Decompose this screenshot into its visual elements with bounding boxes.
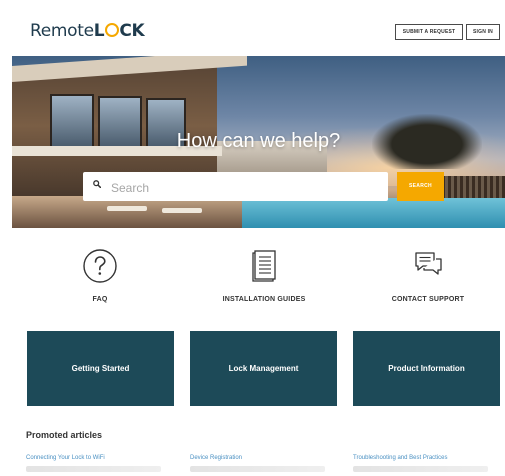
article-snippet-placeholder <box>353 466 488 472</box>
tile-getting-started[interactable]: Getting Started <box>27 331 174 406</box>
promoted-article-link[interactable]: Connecting Your Lock to WiFi <box>26 455 176 461</box>
remotelock-logo[interactable]: RemoteL CK <box>30 21 145 41</box>
sign-in-button[interactable]: SIGN IN <box>466 24 500 40</box>
category-contact-support[interactable]: CONTACT SUPPORT <box>353 248 503 303</box>
category-installation-guides-label: INSTALLATION GUIDES <box>222 296 306 303</box>
category-faq-label: FAQ <box>92 296 108 303</box>
article-snippet-placeholder <box>26 466 161 472</box>
tile-lock-management[interactable]: Lock Management <box>190 331 337 406</box>
promoted-article-link[interactable]: Troubleshooting and Best Practices <box>353 455 503 461</box>
promoted-article[interactable]: Device Registration <box>190 455 340 472</box>
chat-bubbles-icon <box>415 252 442 275</box>
category-contact-support-label: CONTACT SUPPORT <box>391 296 465 303</box>
category-faq[interactable]: FAQ <box>25 248 175 303</box>
hero-title: How can we help? <box>176 130 341 152</box>
question-circle-icon <box>83 249 117 283</box>
submit-request-button[interactable]: SUBMIT A REQUEST <box>395 24 463 40</box>
search-icon <box>93 180 101 188</box>
category-installation-guides[interactable]: INSTALLATION GUIDES <box>189 248 339 303</box>
tile-product-information[interactable]: Product Information <box>353 331 500 406</box>
search-input[interactable] <box>109 177 383 198</box>
promoted-article[interactable]: Connecting Your Lock to WiFi <box>26 455 176 472</box>
logo-text-l: L <box>93 21 105 41</box>
logo-text-ck: CK <box>119 21 145 41</box>
document-icon <box>252 250 276 282</box>
article-snippet-placeholder <box>190 466 325 472</box>
site-header: RemoteL CK SUBMIT A REQUEST SIGN IN <box>0 0 505 56</box>
logo-text-remote: Remote <box>30 21 94 41</box>
promoted-article[interactable]: Troubleshooting and Best Practices <box>353 455 503 472</box>
search-button[interactable]: SEARCH <box>397 172 444 201</box>
search-box[interactable] <box>83 172 388 201</box>
promoted-articles-heading: Promoted articles <box>26 430 103 440</box>
promoted-article-link[interactable]: Device Registration <box>190 455 340 461</box>
logo-o-ring <box>104 23 119 37</box>
